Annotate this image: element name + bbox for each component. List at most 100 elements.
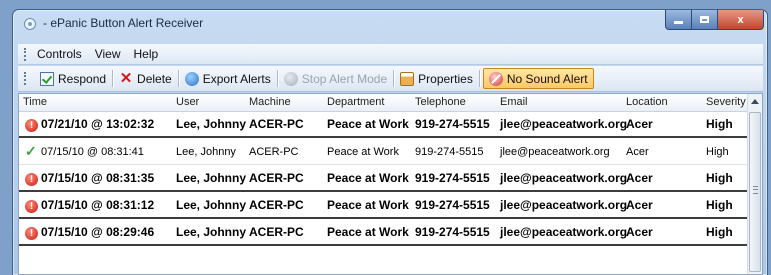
minimize-button[interactable]: [665, 10, 692, 30]
menu-controls[interactable]: Controls: [37, 47, 82, 61]
cell-machine: ACER-PC: [249, 198, 304, 212]
column-header-severity[interactable]: Severity: [706, 96, 746, 108]
cell-email: jlee@peaceatwork.org: [500, 198, 628, 212]
close-icon: x: [737, 13, 744, 26]
green-check-icon: ✓: [25, 143, 37, 159]
cell-severity: High: [706, 171, 733, 185]
cell-severity: High: [706, 225, 733, 239]
column-header-machine[interactable]: Machine: [249, 96, 291, 108]
stop-icon: [283, 71, 298, 86]
delete-button[interactable]: ✕ Delete: [116, 68, 175, 89]
alert-exclamation-icon: !: [25, 227, 38, 240]
menu-grip[interactable]: [24, 47, 29, 61]
alert-exclamation-icon: !: [25, 200, 38, 213]
cell-machine: ACER-PC: [249, 146, 299, 158]
toolbar-grip[interactable]: [24, 72, 29, 85]
cell-time: 07/15/10 @ 08:31:41: [41, 146, 144, 158]
export-alerts-button[interactable]: Export Alerts: [182, 68, 274, 89]
menu-help[interactable]: Help: [133, 47, 158, 61]
minimize-icon: [674, 21, 683, 24]
cell-time: 07/15/10 @ 08:31:35: [41, 171, 155, 185]
table-row[interactable]: ! 07/15/10 @ 08:29:46 Lee, Johnny ACER-PC Pe…: [19, 219, 748, 246]
cell-time: 07/21/10 @ 13:02:32: [41, 117, 155, 131]
cell-location: Acer: [626, 117, 653, 131]
cell-telephone: 919-274-5515: [415, 198, 490, 212]
vertical-scrollbar[interactable]: [747, 94, 762, 274]
column-header-user[interactable]: User: [176, 96, 199, 108]
cell-severity: High: [706, 117, 733, 131]
table-row[interactable]: ! 07/21/10 @ 13:02:32 Lee, Johnny ACER-PC Pe…: [19, 111, 748, 138]
alert-exclamation-icon: !: [25, 119, 38, 132]
cell-location: Acer: [626, 198, 653, 212]
toolbar-separator: [112, 70, 114, 87]
stop-alert-mode-label: Stop Alert Mode: [301, 71, 388, 86]
properties-label: Properties: [418, 71, 473, 86]
respond-label: Respond: [58, 71, 107, 86]
cell-location: Acer: [626, 225, 653, 239]
menu-view[interactable]: View: [95, 47, 121, 61]
cell-time: 07/15/10 @ 08:29:46: [41, 225, 155, 239]
column-header-time[interactable]: Time: [23, 96, 47, 108]
alerts-table: Time User Machine Department Telephone E…: [18, 93, 763, 275]
delete-label: Delete: [137, 71, 172, 86]
export-globe-icon: [184, 71, 199, 86]
properties-icon: [400, 71, 415, 86]
stop-alert-mode-button[interactable]: Stop Alert Mode: [281, 68, 390, 89]
cell-user: Lee, Johnny: [176, 117, 247, 131]
cell-email: jlee@peaceatwork.org: [500, 171, 628, 185]
cell-severity: High: [706, 198, 733, 212]
toolbar-separator: [177, 70, 179, 87]
cell-telephone: 919-274-5515: [415, 171, 490, 185]
column-header-telephone[interactable]: Telephone: [415, 96, 466, 108]
maximize-button[interactable]: [691, 10, 718, 30]
alert-exclamation-icon: !: [25, 173, 38, 186]
no-sound-alert-button[interactable]: No Sound Alert: [482, 68, 594, 89]
scrollbar-thumb[interactable]: [749, 112, 761, 272]
properties-button[interactable]: Properties: [397, 68, 476, 89]
cell-email: jlee@peaceatwork.org: [500, 117, 628, 131]
cell-user: Lee, Johnny: [176, 225, 247, 239]
scroll-up-arrow-icon[interactable]: [751, 99, 759, 104]
cell-machine: ACER-PC: [249, 117, 304, 131]
cell-telephone: 919-274-5515: [415, 225, 490, 239]
table-row[interactable]: ! 07/15/10 @ 08:31:12 Lee, Johnny ACER-PC Pe…: [19, 192, 748, 219]
no-sound-icon: [488, 71, 503, 86]
cell-location: Acer: [626, 146, 649, 158]
cell-email: jlee@peaceatwork.org: [500, 146, 610, 158]
cell-time: 07/15/10 @ 08:31:12: [41, 198, 155, 212]
maximize-icon: [700, 16, 709, 23]
window-title: - ePanic Button Alert Receiver: [43, 16, 204, 30]
cell-machine: ACER-PC: [249, 171, 304, 185]
toolbar-separator: [478, 70, 480, 87]
toolbar-separator: [276, 70, 278, 87]
toolbar: Respond ✕ Delete Export Alerts Stop Aler…: [18, 66, 763, 92]
cell-email: jlee@peaceatwork.org: [500, 225, 628, 239]
table-header: Time User Machine Department Telephone E…: [19, 94, 748, 112]
table-row[interactable]: ✓ 07/15/10 @ 08:31:41 Lee, Johnny ACER-PC Pe…: [19, 138, 748, 165]
column-header-email[interactable]: Email: [500, 96, 528, 108]
app-icon[interactable]: [24, 18, 36, 30]
checkbox-icon: [40, 71, 54, 86]
red-x-icon: ✕: [119, 69, 133, 87]
cell-department: Peace at Work: [327, 198, 409, 212]
cell-location: Acer: [626, 171, 653, 185]
cell-machine: ACER-PC: [249, 225, 304, 239]
toolbar-separator: [393, 70, 395, 87]
export-alerts-label: Export Alerts: [202, 71, 271, 86]
no-sound-alert-label: No Sound Alert: [506, 71, 588, 86]
cell-department: Peace at Work: [327, 146, 399, 158]
cell-user: Lee, Johnny: [176, 146, 236, 158]
table-row[interactable]: ! 07/15/10 @ 08:31:35 Lee, Johnny ACER-PC Pe…: [19, 165, 748, 192]
title-bar[interactable]: - ePanic Button Alert Receiver x: [13, 10, 767, 40]
cell-department: Peace at Work: [327, 225, 409, 239]
column-header-department[interactable]: Department: [327, 96, 384, 108]
respond-button[interactable]: Respond: [37, 68, 109, 89]
cell-telephone: 919-274-5515: [415, 146, 484, 158]
cell-department: Peace at Work: [327, 171, 409, 185]
cell-telephone: 919-274-5515: [415, 117, 490, 131]
scrollbar-grip-icon: [753, 186, 758, 194]
close-button[interactable]: x: [717, 10, 764, 30]
cell-user: Lee, Johnny: [176, 171, 247, 185]
column-header-location[interactable]: Location: [626, 96, 668, 108]
cell-department: Peace at Work: [327, 117, 409, 131]
